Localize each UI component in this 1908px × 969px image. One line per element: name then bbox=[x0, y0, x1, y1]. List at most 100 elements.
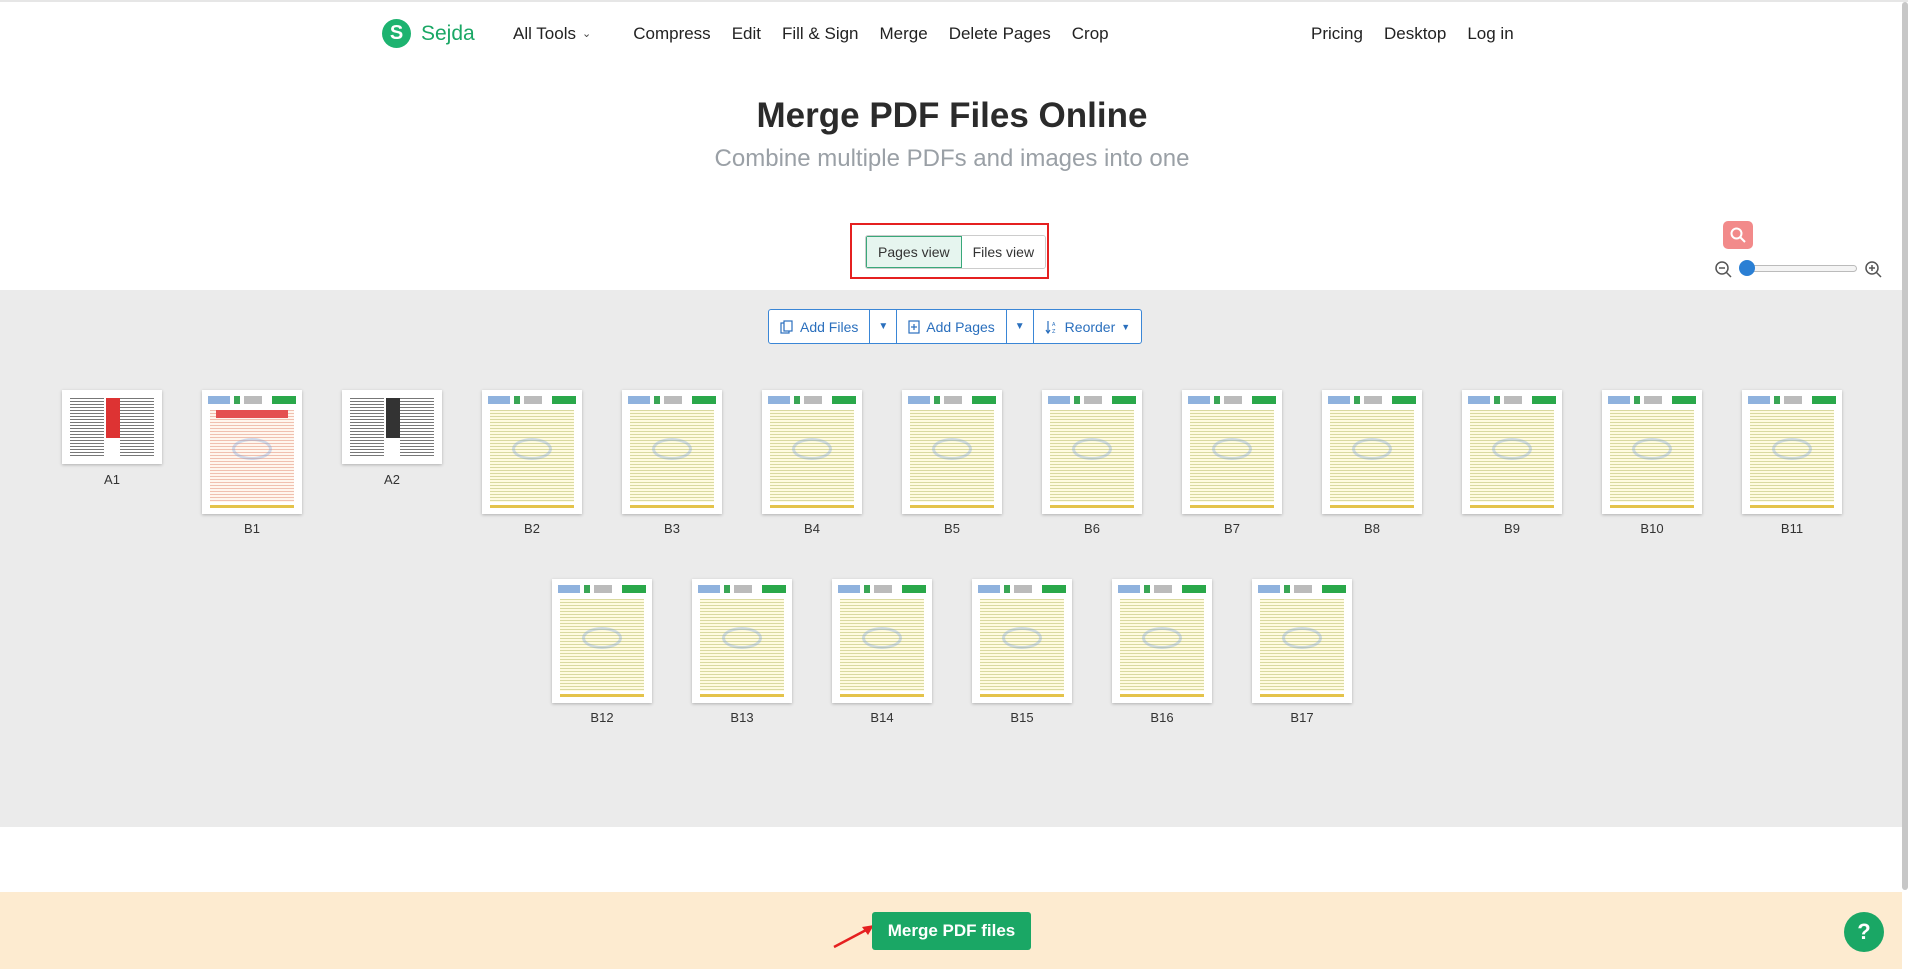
watermark-icon bbox=[1632, 438, 1672, 460]
nav-delete-pages[interactable]: Delete Pages bbox=[949, 24, 1051, 44]
page-thumbnail[interactable] bbox=[552, 579, 652, 703]
zoom-slider-track[interactable] bbox=[1745, 265, 1857, 272]
page-label: B15 bbox=[1010, 710, 1034, 725]
nav-all-tools[interactable]: All Tools ⌄ bbox=[513, 24, 612, 44]
add-files-dropdown[interactable]: ▼ bbox=[870, 310, 898, 343]
page-thumbnail[interactable] bbox=[692, 579, 792, 703]
watermark-icon bbox=[1282, 627, 1322, 649]
add-files-button[interactable]: Add Files bbox=[769, 310, 871, 343]
thumbnail-header bbox=[558, 585, 646, 594]
zoom-out-icon[interactable] bbox=[1714, 260, 1732, 278]
files-view-button[interactable]: Files view bbox=[961, 236, 1046, 268]
pointer-arrow-icon bbox=[833, 925, 874, 949]
page-label: B16 bbox=[1150, 710, 1174, 725]
top-border bbox=[0, 0, 1908, 2]
nav-edit[interactable]: Edit bbox=[732, 24, 761, 44]
file-toolbar: Add Files ▼ Add Pages ▼ AZ Reorder ▼ bbox=[768, 309, 1143, 344]
page-thumbnail[interactable] bbox=[62, 390, 162, 464]
nav-crop[interactable]: Crop bbox=[1072, 24, 1109, 44]
page-thumbnail[interactable] bbox=[622, 390, 722, 514]
page-subtitle: Combine multiple PDFs and images into on… bbox=[714, 145, 1190, 172]
thumbnail-header bbox=[1468, 396, 1556, 405]
thumbnail-column bbox=[350, 398, 384, 456]
thumbnail-footer bbox=[980, 694, 1064, 697]
thumbnail-footer bbox=[1610, 505, 1694, 508]
thumbnail-title bbox=[216, 410, 288, 418]
page-thumbnail[interactable] bbox=[1322, 390, 1422, 514]
nav-merge[interactable]: Merge bbox=[880, 24, 928, 44]
add-pages-dropdown[interactable]: ▼ bbox=[1007, 310, 1034, 343]
zoom-in-icon[interactable] bbox=[1864, 260, 1882, 278]
top-nav: S Sejda All Tools ⌄ Compress Edit Fill & … bbox=[0, 14, 1908, 54]
nav-compress[interactable]: Compress bbox=[633, 24, 710, 44]
page-thumbnail[interactable] bbox=[482, 390, 582, 514]
thumbnail-footer bbox=[630, 505, 714, 508]
add-files-label: Add Files bbox=[800, 318, 859, 335]
watermark-icon bbox=[232, 438, 272, 460]
page-label: B12 bbox=[590, 710, 614, 725]
thumbnail-header bbox=[1608, 396, 1696, 405]
thumbnail-image bbox=[386, 398, 400, 438]
page-label: A2 bbox=[384, 472, 400, 487]
pages-view-button[interactable]: Pages view bbox=[866, 236, 962, 268]
add-pages-label: Add Pages bbox=[926, 318, 995, 335]
add-pages-icon bbox=[908, 319, 920, 334]
logo-text: Sejda bbox=[421, 21, 475, 45]
page-label: B4 bbox=[804, 521, 820, 536]
page-thumbnail[interactable] bbox=[902, 390, 1002, 514]
page-thumbnail[interactable] bbox=[202, 390, 302, 514]
watermark-icon bbox=[1772, 438, 1812, 460]
thumbnail-footer bbox=[490, 505, 574, 508]
thumbnail-footer bbox=[840, 694, 924, 697]
page-thumbnail[interactable] bbox=[1252, 579, 1352, 703]
caret-down-icon: ▼ bbox=[1121, 321, 1131, 332]
nav-fill-sign[interactable]: Fill & Sign bbox=[782, 24, 859, 44]
zoom-slider-knob[interactable] bbox=[1739, 260, 1755, 276]
watermark-icon bbox=[932, 438, 972, 460]
page-label: B10 bbox=[1640, 521, 1664, 536]
thumbnail-footer bbox=[1470, 505, 1554, 508]
thumbnail-header bbox=[1188, 396, 1276, 405]
page-thumbnail[interactable] bbox=[1602, 390, 1702, 514]
thumbnail-column bbox=[120, 398, 154, 456]
thumbnail-header bbox=[208, 396, 296, 405]
nav-pricing[interactable]: Pricing bbox=[1311, 24, 1363, 44]
thumbnail-header bbox=[768, 396, 856, 405]
thumbnail-header bbox=[1258, 585, 1346, 594]
page-thumbnail[interactable] bbox=[972, 579, 1072, 703]
search-icon bbox=[1730, 227, 1746, 243]
reorder-label: Reorder bbox=[1064, 318, 1116, 335]
page-thumbnail[interactable] bbox=[1182, 390, 1282, 514]
nav-desktop[interactable]: Desktop bbox=[1384, 24, 1446, 44]
watermark-icon bbox=[1352, 438, 1392, 460]
thumbnail-header bbox=[1048, 396, 1136, 405]
page-label: B3 bbox=[664, 521, 680, 536]
add-pages-button[interactable]: Add Pages bbox=[897, 310, 1007, 343]
help-icon: ? bbox=[1857, 919, 1871, 944]
page-label: B13 bbox=[730, 710, 754, 725]
thumbnail-header bbox=[1118, 585, 1206, 594]
logo[interactable]: S Sejda bbox=[382, 19, 475, 48]
page-thumbnail[interactable] bbox=[1042, 390, 1142, 514]
nav-all-tools-label: All Tools bbox=[513, 24, 576, 43]
page-thumbnail[interactable] bbox=[342, 390, 442, 464]
thumbnail-footer bbox=[210, 505, 294, 508]
nav-links: All Tools ⌄ Compress Edit Fill & Sign Mer… bbox=[513, 24, 1130, 44]
page-thumbnail[interactable] bbox=[762, 390, 862, 514]
help-button[interactable]: ? bbox=[1844, 912, 1884, 952]
thumbnail-header bbox=[628, 396, 716, 405]
page-thumbnail[interactable] bbox=[832, 579, 932, 703]
page-label: B8 bbox=[1364, 521, 1380, 536]
page-thumbnail[interactable] bbox=[1742, 390, 1842, 514]
nav-login[interactable]: Log in bbox=[1467, 24, 1513, 44]
page-thumbnail[interactable] bbox=[1462, 390, 1562, 514]
page-label: B5 bbox=[944, 521, 960, 536]
thumbnail-footer bbox=[1120, 694, 1204, 697]
page-thumbnail[interactable] bbox=[1112, 579, 1212, 703]
watermark-icon bbox=[652, 438, 692, 460]
watermark-icon bbox=[582, 627, 622, 649]
reorder-button[interactable]: AZ Reorder ▼ bbox=[1034, 310, 1142, 343]
thumbnail-footer bbox=[1750, 505, 1834, 508]
merge-pdf-button[interactable]: Merge PDF files bbox=[872, 912, 1031, 950]
search-button[interactable] bbox=[1723, 221, 1753, 249]
